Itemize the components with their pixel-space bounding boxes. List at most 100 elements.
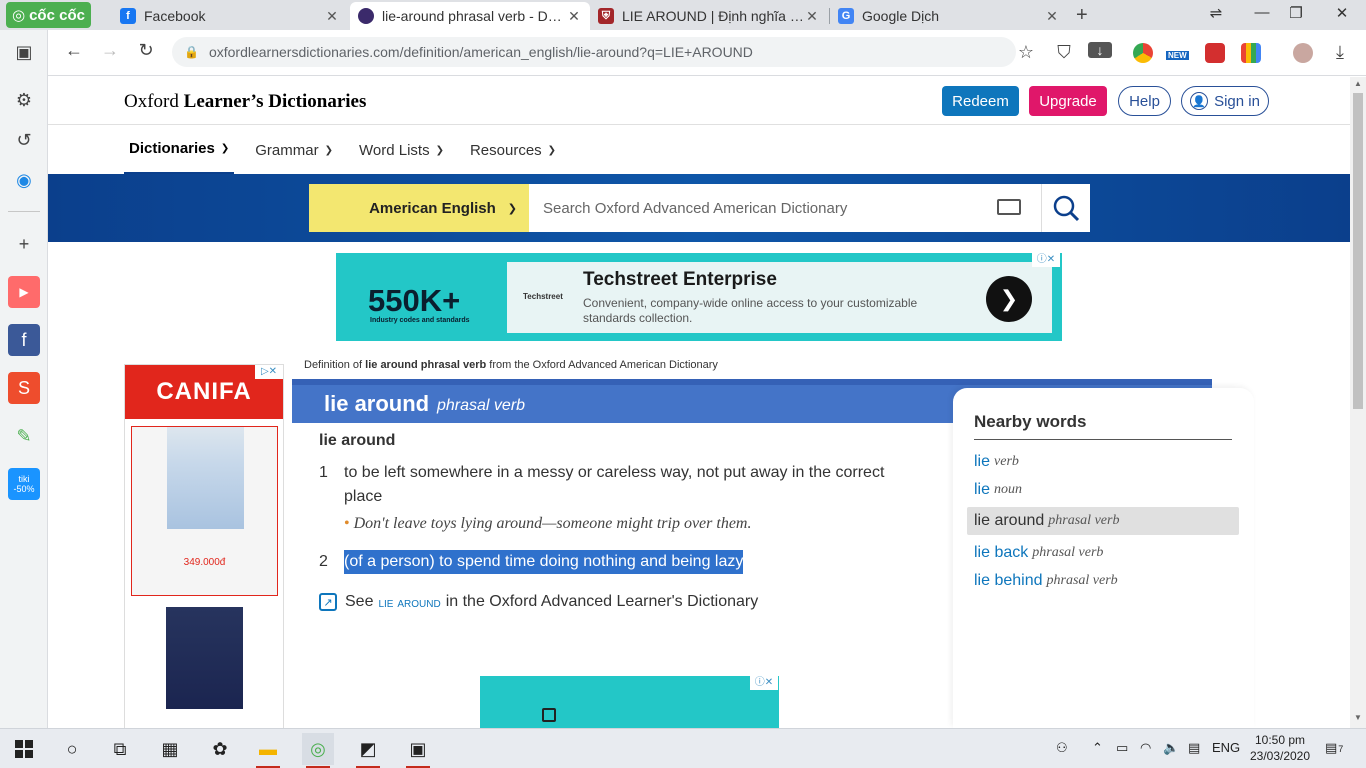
facebook-sidebar-icon[interactable]: f: [8, 324, 40, 356]
nearby-item[interactable]: lie back phrasal verb: [967, 539, 1239, 567]
close-icon[interactable]: ✕: [324, 8, 340, 25]
nearby-words-panel: Nearby words lie verb lie noun lie around p…: [953, 388, 1254, 728]
see-term[interactable]: lie around: [378, 594, 440, 610]
search-button[interactable]: [1041, 184, 1090, 232]
minimize-icon[interactable]: —: [1252, 4, 1272, 21]
nav-dictionaries[interactable]: Dictionaries ❯: [124, 125, 235, 175]
ad-arrow-button[interactable]: ❯: [986, 276, 1032, 322]
bottom-banner-ad[interactable]: ⓘ✕: [480, 676, 779, 728]
colorful-extension-icon[interactable]: [1241, 43, 1261, 63]
chrome-extension-icon[interactable]: [1133, 43, 1153, 63]
new-tab-button[interactable]: +: [1076, 4, 1088, 27]
coccoc-logo[interactable]: ◎ cốc cốc: [6, 2, 91, 28]
tab-google-translate[interactable]: G Google Dịch ✕: [830, 2, 1068, 30]
search-circle-icon[interactable]: ○: [56, 733, 88, 765]
app-window-icon[interactable]: ▣: [402, 733, 434, 768]
messenger-icon[interactable]: ◉: [8, 164, 40, 196]
forward-icon[interactable]: →: [98, 40, 122, 61]
volume-icon[interactable]: 🔈: [1163, 740, 1179, 756]
star-icon[interactable]: ☆: [1014, 42, 1038, 63]
close-icon[interactable]: ✕: [1044, 8, 1060, 25]
page-scrollbar[interactable]: ▲ ▼: [1350, 77, 1366, 728]
user-icon: 👤: [1190, 92, 1209, 110]
app-icon[interactable]: ▦: [154, 733, 186, 765]
nearby-word: lie around: [974, 512, 1045, 529]
download-arrow-icon[interactable]: ↓: [1088, 42, 1112, 58]
chevron-up-icon[interactable]: ⌃: [1092, 740, 1103, 756]
chevron-down-icon: ❯: [220, 143, 230, 154]
windows-logo-icon: [15, 740, 33, 758]
help-button[interactable]: Help: [1118, 86, 1171, 116]
ad-brand-logo: Techstreet: [523, 292, 563, 301]
battery-icon[interactable]: ▭: [1116, 740, 1128, 756]
shield-icon[interactable]: ⛉: [1052, 42, 1076, 63]
notifications-icon[interactable]: ▤7: [1325, 740, 1343, 756]
main-nav: Dictionaries ❯ Grammar ❯ Word Lists ❯ Resou…: [124, 125, 577, 175]
nearby-item[interactable]: lie behind phrasal verb: [967, 567, 1239, 595]
profile-avatar[interactable]: [1293, 43, 1313, 63]
windows-start-icon[interactable]: [8, 733, 40, 765]
scroll-down-icon[interactable]: ▼: [1350, 713, 1366, 727]
dictionary-select[interactable]: American English ❯: [309, 184, 529, 232]
tab-oxford[interactable]: lie-around phrasal verb - Definition ✕: [350, 2, 590, 30]
left-side-ad[interactable]: CANIFA ▷✕ 349.000đ: [124, 364, 284, 728]
upgrade-button[interactable]: Upgrade: [1029, 86, 1107, 116]
address-bar[interactable]: 🔒 oxfordlearnersdictionaries.com/definit…: [172, 37, 1016, 67]
tab-list-icon[interactable]: ⇌: [1206, 4, 1226, 22]
oxford-logo[interactable]: Oxford Learner’s Dictionaries: [124, 91, 366, 113]
nearby-item-current[interactable]: lie around phrasal verb: [967, 507, 1239, 535]
new-extension-icon[interactable]: NEW: [1166, 43, 1192, 63]
search-input[interactable]: [529, 184, 1041, 232]
add-icon[interactable]: +: [8, 228, 40, 260]
file-explorer-icon[interactable]: ▬: [252, 733, 284, 768]
bullet-icon: •: [344, 515, 350, 532]
history-icon[interactable]: ↺: [8, 124, 40, 156]
adchoices-icon[interactable]: ⓘ✕: [1032, 253, 1060, 267]
red-extension-icon[interactable]: [1205, 43, 1225, 63]
nav-resources[interactable]: Resources ❯: [465, 125, 561, 175]
see-also-link[interactable]: ↗ See lie around in the Oxford Advanced …: [319, 593, 758, 611]
tab-title: Facebook: [144, 8, 206, 24]
coccoc-taskbar-icon[interactable]: ◎: [302, 733, 334, 768]
product-photo[interactable]: [166, 607, 243, 709]
nearby-item[interactable]: lie noun: [967, 476, 1239, 504]
sidebar-toggle-icon[interactable]: ▣: [8, 36, 40, 68]
window-close-icon[interactable]: ✕: [1332, 4, 1352, 22]
scroll-thumb[interactable]: [1353, 93, 1363, 409]
top-banner-ad[interactable]: 550K+ Industry codes and standards Techs…: [336, 253, 1062, 341]
ad-title: Techstreet Enterprise: [583, 269, 777, 290]
adchoices-icon[interactable]: ▷✕: [255, 365, 283, 379]
downloads-icon[interactable]: ⤓: [1328, 42, 1352, 63]
keyboard-tray-icon[interactable]: ▤: [1188, 740, 1200, 756]
keyboard-icon[interactable]: [997, 199, 1021, 215]
clock[interactable]: 10:50 pm 23/03/2020: [1240, 732, 1320, 764]
back-icon[interactable]: ←: [62, 40, 86, 61]
paint-app-icon[interactable]: ✿: [204, 733, 236, 765]
tab-cambridge[interactable]: ⛨ LIE AROUND | Định nghĩa trong ✕: [590, 2, 828, 30]
redeem-button[interactable]: Redeem: [942, 86, 1019, 116]
coccoc-map-icon[interactable]: ✎: [8, 420, 40, 452]
dictionary-select-label: American English: [369, 199, 496, 217]
wifi-icon[interactable]: ◠: [1140, 740, 1151, 756]
cambridge-icon: ⛨: [598, 8, 614, 24]
close-icon[interactable]: ✕: [804, 8, 820, 25]
people-icon[interactable]: ⚇: [1056, 740, 1068, 756]
youtube-icon[interactable]: ▶: [8, 276, 40, 308]
nav-grammar[interactable]: Grammar ❯: [250, 125, 338, 175]
tab-facebook[interactable]: f Facebook ✕: [112, 2, 348, 30]
product-card[interactable]: 349.000đ: [131, 426, 278, 596]
shopee-icon[interactable]: S: [8, 372, 40, 404]
tiki-icon[interactable]: tiki -50%: [8, 468, 40, 500]
nearby-item[interactable]: lie verb: [967, 448, 1239, 476]
task-view-icon[interactable]: ⧉: [104, 733, 136, 765]
restore-icon[interactable]: ❐: [1286, 4, 1306, 22]
settings-gear-icon[interactable]: ⚙: [8, 84, 40, 116]
close-icon[interactable]: ✕: [566, 8, 582, 25]
language-indicator[interactable]: ENG: [1212, 740, 1240, 755]
sticky-notes-icon[interactable]: ◩: [352, 733, 384, 768]
reload-icon[interactable]: ↻: [134, 40, 158, 61]
sign-in-button[interactable]: 👤 Sign in: [1181, 86, 1269, 116]
nav-word-lists[interactable]: Word Lists ❯: [354, 125, 449, 175]
adchoices-icon[interactable]: ⓘ✕: [750, 676, 778, 690]
scroll-up-icon[interactable]: ▲: [1350, 79, 1366, 93]
